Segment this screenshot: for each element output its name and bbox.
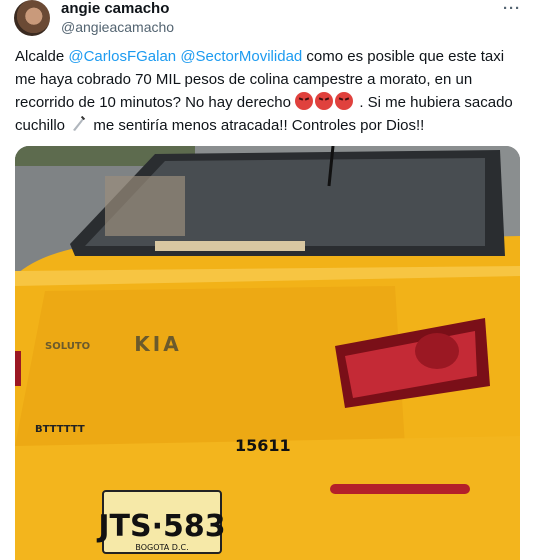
user-handle[interactable]: @angieacamacho [61, 18, 174, 36]
small-tag: BTTTTTT [35, 424, 85, 435]
brand-logo: KIA [134, 332, 181, 356]
tweet-photo[interactable]: JTS·583 BOGOTA D.C. KIA SOLUTO BTTTTTT 1… [15, 146, 520, 560]
taxi-number: 15611 [235, 436, 291, 455]
mention-sectormovilidad[interactable]: @SectorMovilidad [180, 48, 302, 65]
angry-face-icon [315, 92, 334, 110]
taxi-photo-illustration: JTS·583 BOGOTA D.C. KIA SOLUTO BTTTTTT 1… [15, 146, 520, 560]
mention-carlosfgalan[interactable]: @CarlosFGalan [68, 48, 176, 65]
more-horizontal-icon[interactable]: ··· [503, 0, 521, 17]
tweet-text: Alcalde @CarlosFGalan @SectorMovilidad c… [15, 45, 520, 137]
knife-icon [73, 116, 86, 131]
plate-number: JTS·583 [96, 509, 225, 544]
avatar[interactable] [14, 0, 50, 36]
plate-city: BOGOTA D.C. [135, 543, 188, 552]
angry-face-icon [295, 92, 314, 110]
model-badge: SOLUTO [45, 341, 90, 352]
display-name[interactable]: angie camacho [61, 0, 169, 18]
tweet-text-start: Alcalde [15, 48, 69, 65]
tweet-text-end: me sentiría menos atracada!! Controles p… [89, 117, 425, 134]
angry-face-icon [335, 92, 354, 110]
